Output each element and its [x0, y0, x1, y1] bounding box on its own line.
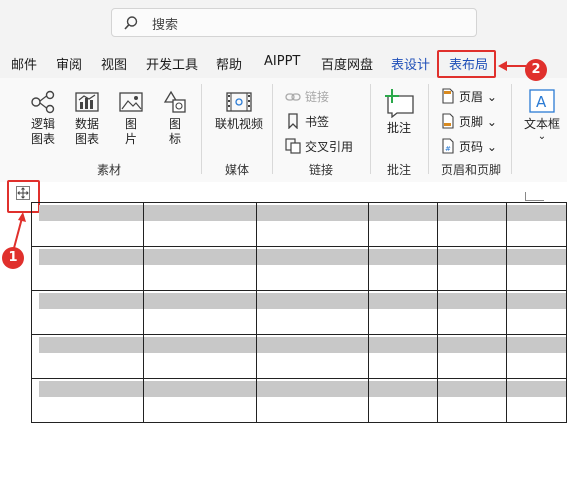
callout-arrows — [13, 61, 526, 249]
callout-badge-1: 1 — [2, 247, 24, 269]
callout-badge-2: 2 — [525, 59, 547, 81]
